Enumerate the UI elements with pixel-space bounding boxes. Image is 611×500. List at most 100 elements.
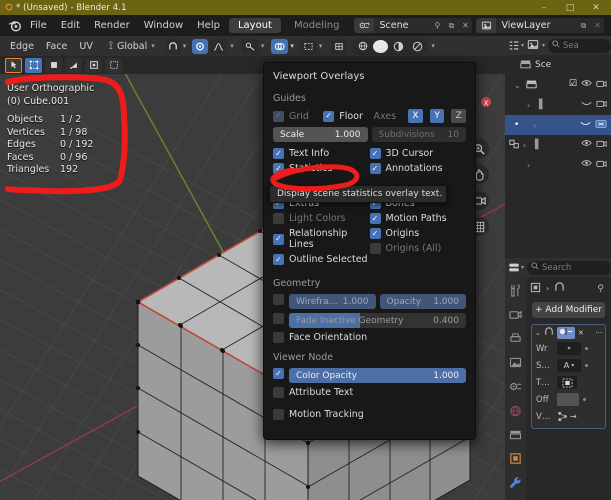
toggle-text-info[interactable]: Text Info	[273, 148, 370, 159]
statistics-checkbox[interactable]	[273, 163, 284, 174]
toggle-statistics[interactable]: Statistics	[273, 163, 370, 174]
outliner-row-collection[interactable]: ⌄ ☑	[505, 75, 611, 95]
viewlayer-tab[interactable]	[508, 355, 523, 370]
world-tab[interactable]	[508, 403, 523, 418]
outliner-row-object-4[interactable]: ›	[505, 155, 611, 175]
origins-all-checkbox[interactable]	[369, 243, 381, 254]
grid-subdivisions-field[interactable]: Subdivisions 10	[371, 127, 466, 142]
eye-closed-icon[interactable]	[581, 99, 592, 111]
modifier-tab[interactable]	[508, 475, 523, 490]
axis-x-button[interactable]: X	[408, 109, 423, 123]
light-colors-checkbox[interactable]	[273, 213, 284, 224]
motion-paths-checkbox[interactable]	[369, 213, 381, 224]
chevron-down-icon[interactable]: ▾	[261, 42, 265, 50]
object-icon[interactable]	[530, 282, 541, 296]
camera-icon[interactable]	[596, 79, 607, 91]
fade-inactive-checkbox[interactable]	[273, 313, 284, 324]
vertex-select-mode[interactable]	[25, 57, 42, 73]
toggle-light-colors[interactable]: Light Colors	[273, 213, 370, 224]
wireframe-slider[interactable]: Wirefra… 1.000	[289, 294, 376, 309]
grid-checkbox[interactable]	[273, 110, 284, 122]
scene-tab[interactable]	[508, 379, 523, 394]
chevron-down-icon[interactable]: ▾	[319, 42, 323, 50]
face-select-mode[interactable]	[65, 57, 82, 73]
chevron-right-icon[interactable]: ›	[523, 141, 532, 150]
motion-tracking-checkbox[interactable]	[273, 409, 284, 420]
properties-editor-icon[interactable]: ▾	[508, 262, 524, 273]
axis-z-button[interactable]: Z	[451, 109, 466, 123]
close-icon[interactable]: ✕	[590, 18, 604, 33]
origins-checkbox[interactable]	[369, 228, 381, 239]
wireframe-checkbox[interactable]	[273, 294, 284, 305]
select-box-tool[interactable]	[5, 57, 22, 73]
maximize-button[interactable]: □	[557, 0, 583, 15]
toggle-relationship-lines[interactable]: Relationship Lines	[273, 228, 370, 250]
axis-y-button[interactable]: Y	[429, 109, 445, 123]
shading-extra-icon[interactable]	[409, 39, 426, 54]
menu-render[interactable]: Render	[87, 15, 137, 36]
attribute-text-checkbox[interactable]	[273, 387, 284, 398]
properties-search-input[interactable]: Search	[527, 260, 611, 275]
modifier-icon-button-t[interactable]	[557, 376, 577, 389]
scene-icon[interactable]	[354, 18, 375, 33]
viewport-gizmo-icon[interactable]	[241, 38, 259, 54]
camera-icon[interactable]	[596, 139, 607, 151]
outline-selected-checkbox[interactable]	[273, 254, 284, 265]
animate-dot-icon[interactable]	[585, 364, 588, 367]
toggle-annotations[interactable]: Annotations	[369, 163, 467, 174]
menu-face[interactable]: Face	[40, 41, 73, 52]
modifier-icon[interactable]	[554, 282, 565, 295]
xray-icon[interactable]	[299, 38, 317, 54]
outliner-display-icon[interactable]: ▾	[508, 40, 524, 51]
menu-icon[interactable]: ···	[595, 329, 605, 337]
eye-icon[interactable]	[581, 139, 592, 151]
checkbox-icon[interactable]: ☑	[569, 79, 577, 91]
color-opacity-slider[interactable]: Color Opacity 1.000	[289, 368, 466, 383]
text-info-checkbox[interactable]	[273, 148, 284, 159]
grid-scale-field[interactable]: Scale 1.000	[273, 127, 368, 142]
chevron-down-icon[interactable]: ⌄	[535, 329, 541, 337]
add-modifier-button[interactable]: + Add Modifier	[532, 302, 605, 318]
chevron-down-icon[interactable]: ⌄	[514, 81, 523, 90]
modifier-swatch-off[interactable]	[557, 393, 579, 406]
minimize-button[interactable]: –	[531, 0, 557, 15]
pin-icon[interactable]: ⚲	[597, 284, 607, 294]
output-tab[interactable]	[508, 331, 523, 346]
menu-edit[interactable]: Edit	[54, 15, 87, 36]
outliner-row-object-3[interactable]: › ▌	[505, 135, 611, 155]
wireframe-opacity-slider[interactable]: Opacity 1.000	[379, 294, 466, 309]
collection-tab[interactable]	[508, 427, 523, 442]
annotations-checkbox[interactable]	[369, 163, 381, 174]
solid-shading-icon[interactable]	[355, 39, 371, 54]
blender-menu-icon[interactable]	[5, 17, 23, 35]
edge-select-mode[interactable]	[45, 57, 62, 73]
render-tab[interactable]	[508, 307, 523, 322]
magnet-icon[interactable]	[164, 38, 181, 54]
toggle-origins[interactable]: Origins	[369, 228, 467, 239]
viewlayer-selector[interactable]: ViewLayer ⧉ ✕	[476, 18, 605, 33]
chevron-right-icon[interactable]: ›	[527, 161, 536, 170]
outliner-row-object-2[interactable]: • ›	[505, 115, 611, 135]
fade-inactive-slider[interactable]: Fade Inactive Geometry 0.400	[289, 313, 466, 328]
rendered-shading-icon[interactable]	[390, 39, 407, 54]
close-button[interactable]: ✕	[583, 0, 609, 15]
modifier-dropdown-s[interactable]: A ▾	[557, 359, 581, 372]
eye-closed-icon[interactable]	[580, 119, 591, 132]
chevron-down-icon[interactable]: ▾	[431, 42, 435, 50]
transform-orientation-value[interactable]: Global	[117, 41, 147, 52]
outliner-search-input[interactable]: Sea	[548, 38, 611, 53]
filter-icon[interactable]	[527, 39, 539, 53]
chevron-down-icon[interactable]: ▾	[183, 42, 187, 50]
toggle-origins-all[interactable]: Origins (All)	[369, 243, 467, 254]
material-shading-icon[interactable]	[373, 39, 389, 53]
menu-window[interactable]: Window	[137, 15, 190, 36]
close-icon[interactable]: ✕	[458, 18, 472, 33]
menu-file[interactable]: File	[23, 15, 54, 36]
camera-disabled-icon[interactable]	[595, 119, 607, 132]
scene-selector[interactable]: Scene ⚲ ⧉ ✕	[354, 18, 473, 33]
toggle-3d-cursor[interactable]: 3D Cursor	[369, 148, 467, 159]
camera-icon[interactable]	[596, 99, 607, 111]
floor-checkbox[interactable]	[323, 110, 335, 122]
camera-icon[interactable]	[596, 159, 607, 171]
copy-icon[interactable]: ⧉	[444, 18, 458, 33]
